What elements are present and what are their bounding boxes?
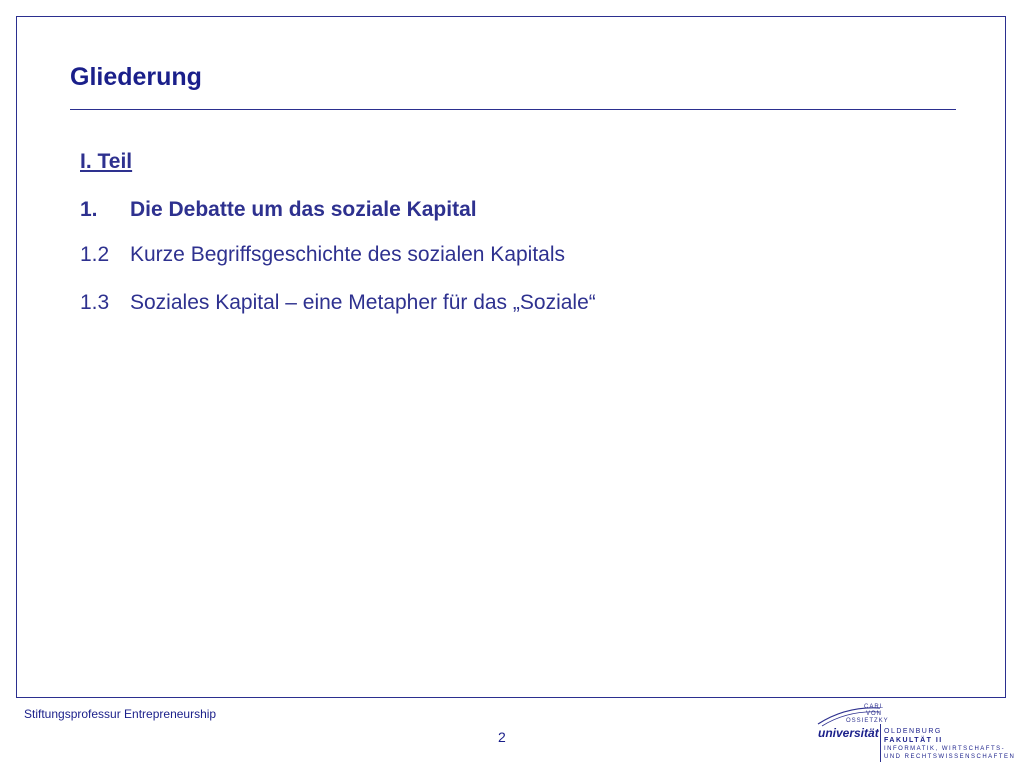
logo-fakultaet: FAKULTÄT II <box>884 737 943 744</box>
logo-universitaet: universität <box>818 726 879 740</box>
outline-item-number: 1. <box>80 198 98 221</box>
logo-oldenburg: OLDENBURG <box>884 728 942 735</box>
university-logo: CARL VON OSSIETZKY universität OLDENBURG… <box>816 702 1016 764</box>
outline-item-number: 1.3 <box>80 291 110 314</box>
logo-von: VON <box>866 711 883 717</box>
outline-item-text: Kurze Begriffsgeschichte des sozialen Ka… <box>130 243 566 266</box>
logo-carl: CARL <box>864 704 885 710</box>
page-number: 2 <box>498 729 506 745</box>
part-heading: I. Teil <box>80 150 133 173</box>
logo-faculty-line2: UND RECHTSWISSENSCHAFTEN <box>884 754 1016 760</box>
outline-item-number: 1.2 <box>80 243 110 266</box>
slide-frame <box>16 16 1006 698</box>
logo-ossietzky: OSSIETZKY <box>846 718 889 724</box>
logo-divider <box>880 724 881 762</box>
logo-faculty-line1: INFORMATIK, WIRTSCHAFTS- <box>884 746 1006 752</box>
outline-item-text: Die Debatte um das soziale Kapital <box>130 198 477 221</box>
outline-item-text: Soziales Kapital – eine Metapher für das… <box>130 291 596 314</box>
footer-chair-name: Stiftungsprofessur Entrepreneurship <box>24 707 217 721</box>
title-divider <box>70 109 956 110</box>
slide-title: Gliederung <box>70 63 202 91</box>
